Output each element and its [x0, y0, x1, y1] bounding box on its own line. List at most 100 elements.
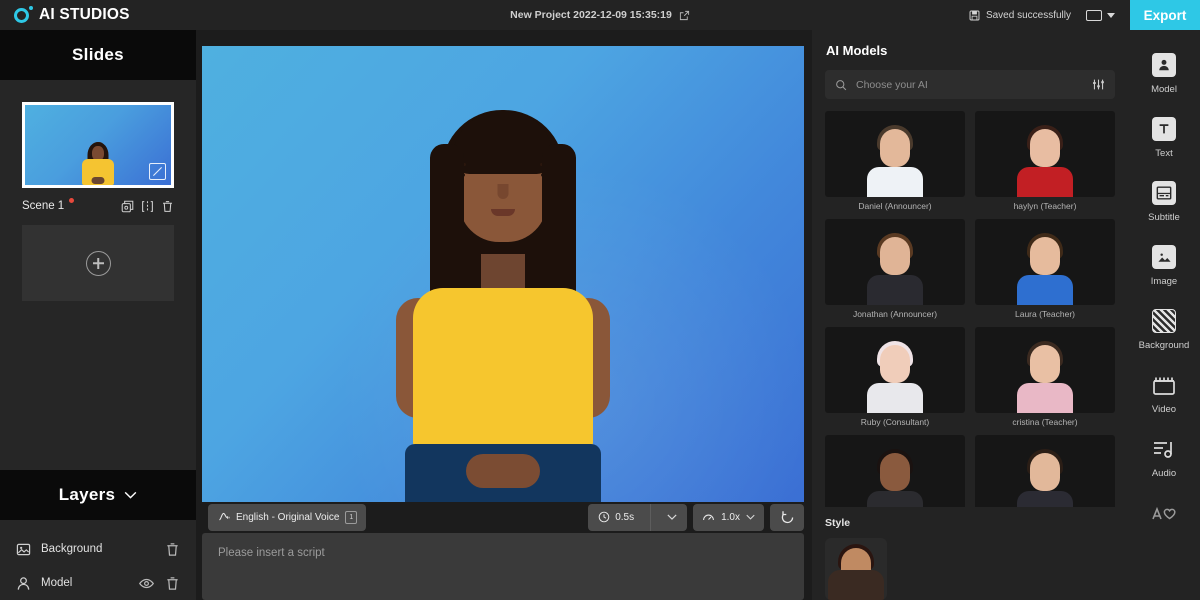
- model-avatar: [866, 447, 924, 507]
- layers-list: Background Model: [0, 520, 196, 600]
- logo-circle-icon: [14, 5, 33, 25]
- model-card-thumb[interactable]: [825, 435, 965, 507]
- rail-label: Model: [1151, 84, 1177, 95]
- model-avatar: [1016, 123, 1074, 197]
- rail-item-image[interactable]: Image: [1135, 244, 1193, 287]
- scene-thumbnail[interactable]: [22, 102, 174, 188]
- ai-studios-app: AI STUDIOS New Project 2022-12-09 15:35:…: [0, 0, 1200, 600]
- clock-icon: [598, 512, 610, 523]
- layer-label: Model: [41, 577, 73, 589]
- video-canvas[interactable]: [202, 46, 804, 502]
- filter-sliders-icon[interactable]: [1092, 78, 1105, 91]
- chevron-down-icon: [746, 515, 755, 521]
- delay-dropdown-button[interactable]: [657, 504, 687, 531]
- models-grid: Daniel (Announcer) haylyn (Teacher) Jonath…: [812, 99, 1128, 507]
- model-card[interactable]: [825, 435, 965, 507]
- export-button[interactable]: Export: [1130, 0, 1200, 30]
- delay-control[interactable]: 0.5s: [588, 503, 688, 531]
- model-person-icon: [1151, 52, 1177, 78]
- model-card-thumb[interactable]: [975, 111, 1115, 197]
- stage-wrapper: [196, 30, 812, 502]
- main-body: Slides Scene 1 Layers Background Model E…: [0, 30, 1200, 600]
- layer-label: Background: [41, 543, 103, 555]
- reset-button[interactable]: [770, 503, 804, 531]
- trash-icon[interactable]: [165, 576, 180, 591]
- plus-icon: [85, 250, 111, 276]
- model-card-label: cristina (Teacher): [1012, 417, 1078, 427]
- aspect-ratio-selector[interactable]: [1084, 9, 1117, 21]
- model-card-thumb[interactable]: [975, 327, 1115, 413]
- model-card[interactable]: Jonathan (Announcer): [825, 219, 965, 319]
- duplicate-icon[interactable]: [121, 200, 134, 213]
- person-icon: [17, 576, 30, 590]
- model-card[interactable]: Laura (Teacher): [975, 219, 1115, 319]
- model-card[interactable]: cristina (Teacher): [975, 327, 1115, 427]
- project-title[interactable]: New Project 2022-12-09 15:35:19: [510, 9, 672, 21]
- add-scene-button[interactable]: [22, 225, 174, 301]
- layer-actions: [165, 542, 180, 557]
- trash-icon[interactable]: [161, 200, 174, 213]
- sticker-icon: [1151, 500, 1177, 526]
- model-card[interactable]: [975, 435, 1115, 507]
- rail-label: Audio: [1151, 468, 1177, 479]
- delay-value: 0.5s: [615, 511, 635, 523]
- scene-edit-icon[interactable]: [149, 163, 166, 180]
- search-input[interactable]: [856, 78, 1083, 91]
- rail-item-background[interactable]: Background: [1135, 308, 1193, 351]
- voice-selector[interactable]: English - Original Voice 1: [208, 503, 367, 531]
- floppy-disk-icon: [969, 10, 980, 20]
- audio-note-icon: [1151, 436, 1177, 462]
- rail-item-sticker[interactable]: [1135, 500, 1193, 532]
- layer-item-model[interactable]: Model: [16, 566, 180, 600]
- model-card-label: Daniel (Announcer): [858, 201, 932, 211]
- right-tool-rail: Model Text Subtitle Image Background Vid…: [1128, 30, 1200, 600]
- image-icon: [1151, 244, 1177, 270]
- model-card[interactable]: Daniel (Announcer): [825, 111, 965, 211]
- app-logo[interactable]: AI STUDIOS: [0, 5, 130, 25]
- edit-pencil-icon[interactable]: [679, 10, 690, 21]
- subtitle-icon: [1151, 180, 1177, 206]
- rail-item-audio[interactable]: Audio: [1135, 436, 1193, 479]
- style-title: Style: [825, 517, 851, 529]
- rail-item-model[interactable]: Model: [1135, 52, 1193, 95]
- model-card-thumb[interactable]: [825, 111, 965, 197]
- trash-icon[interactable]: [165, 542, 180, 557]
- model-card-label: haylyn (Teacher): [1013, 201, 1077, 211]
- center-editor: English - Original Voice 1 0.5s 1.0x Ple…: [196, 30, 812, 600]
- script-input[interactable]: Please insert a script: [202, 532, 804, 600]
- reset-icon: [781, 511, 793, 523]
- playback-controls: 0.5s 1.0x: [588, 503, 804, 531]
- model-card-label: Ruby (Consultant): [860, 417, 930, 427]
- rail-item-video[interactable]: Video: [1135, 372, 1193, 415]
- voice-wave-icon: [219, 512, 230, 521]
- scene-modified-dot: [69, 198, 75, 203]
- save-status: Saved successfully: [969, 10, 1071, 21]
- model-card-thumb[interactable]: [975, 219, 1115, 305]
- eye-icon[interactable]: [139, 576, 154, 591]
- rail-item-text[interactable]: Text: [1135, 116, 1193, 159]
- style-thumbnail[interactable]: [825, 538, 887, 600]
- voice-badge: 1: [345, 510, 358, 524]
- split-icon[interactable]: [141, 200, 154, 213]
- model-card-thumb[interactable]: [825, 219, 965, 305]
- scene-name[interactable]: Scene 1: [22, 200, 64, 212]
- model-avatar: [1016, 447, 1074, 507]
- logo-text: AI STUDIOS: [39, 6, 130, 23]
- speed-value: 1.0x: [721, 511, 740, 523]
- rail-label: Text: [1155, 148, 1173, 159]
- layers-header[interactable]: Layers: [0, 470, 196, 520]
- model-card[interactable]: haylyn (Teacher): [975, 111, 1115, 211]
- layer-actions: [139, 576, 180, 591]
- model-card-thumb[interactable]: [825, 327, 965, 413]
- avatar-preview: [378, 92, 628, 502]
- model-card[interactable]: Ruby (Consultant): [825, 327, 965, 427]
- model-search[interactable]: [825, 70, 1115, 99]
- speed-control[interactable]: 1.0x: [693, 503, 764, 531]
- voice-label: English - Original Voice: [236, 511, 340, 523]
- top-bar-actions: Saved successfully Export: [969, 0, 1200, 30]
- rail-item-subtitle[interactable]: Subtitle: [1135, 180, 1193, 223]
- delay-value-group[interactable]: 0.5s: [588, 504, 644, 531]
- model-card-thumb[interactable]: [975, 435, 1115, 507]
- layer-item-background[interactable]: Background: [16, 532, 180, 566]
- chevron-down-icon: [667, 514, 677, 521]
